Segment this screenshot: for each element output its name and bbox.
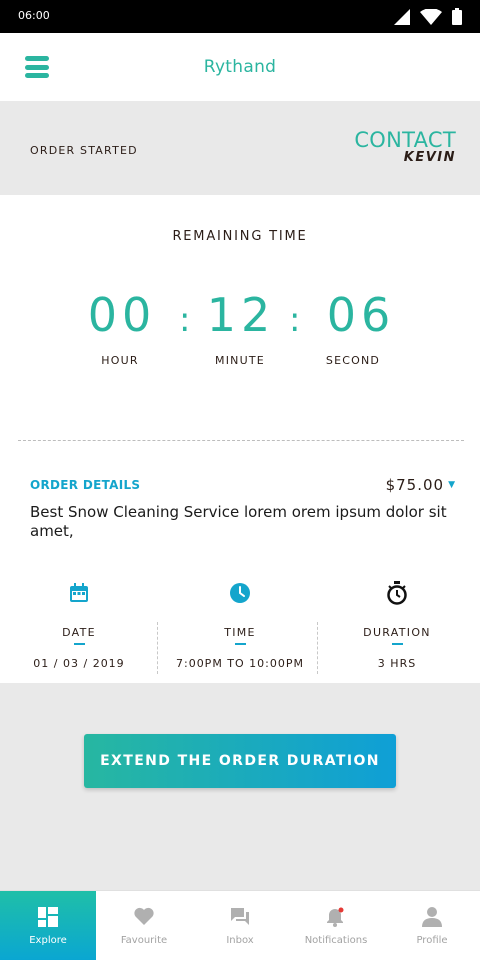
time-info: TIME 7:00PM TO 10:00PM — [161, 580, 319, 670]
divider — [18, 440, 464, 441]
order-state: ORDER STARTED — [30, 144, 138, 157]
time-value: 7:00PM TO 10:00PM — [175, 657, 305, 670]
price-value: $75.00 — [385, 476, 445, 494]
calendar-icon — [70, 583, 88, 602]
duration-info: DURATION 3 HRS — [318, 580, 476, 670]
date-accent — [73, 643, 85, 645]
nav-favourite[interactable]: Favourite — [96, 891, 192, 960]
timer-separator: : — [289, 300, 301, 340]
time-label: TIME — [224, 626, 256, 639]
timer-hour: 00 — [87, 288, 157, 342]
duration-label: DURATION — [363, 626, 431, 639]
battery-icon — [452, 8, 462, 25]
info-separator — [157, 622, 158, 674]
heart-icon — [134, 907, 154, 925]
date-label: DATE — [62, 626, 96, 639]
nav-label: Explore — [29, 935, 67, 946]
contact-button[interactable]: CONTACT KEVIN — [354, 128, 456, 165]
nav-explore[interactable]: Explore — [0, 891, 96, 960]
timer-second-label: SECOND — [325, 354, 381, 367]
signal-icon — [394, 8, 410, 25]
nav-inbox[interactable]: Inbox — [192, 891, 288, 960]
timer-minute: 12 — [206, 288, 276, 342]
duration-accent — [391, 643, 403, 645]
nav-notifications[interactable]: Notifications — [288, 891, 384, 960]
timer-second: 06 — [326, 288, 396, 342]
order-description: Best Snow Cleaning Service lorem orem ip… — [30, 503, 447, 540]
person-icon — [422, 907, 442, 927]
app-title: Rythand — [203, 57, 277, 77]
status-time: 06:00 — [18, 9, 50, 22]
order-status-band: ORDER STARTED CONTACT KEVIN — [0, 101, 480, 195]
app-bar: Rythand — [0, 33, 480, 101]
countdown-timer: 00 : 12 : 06 HOUR MINUTE SECOND — [0, 288, 480, 367]
grid-icon — [38, 907, 58, 927]
order-details-title: ORDER DETAILS — [30, 478, 141, 492]
order-info-row: DATE 01 / 03 / 2019 TIME 7:00PM TO 10:00… — [0, 580, 480, 680]
timer-hour-label: HOUR — [101, 354, 139, 367]
clock-icon — [230, 583, 250, 603]
nav-profile[interactable]: Profile — [384, 891, 480, 960]
contact-name: KEVIN — [403, 150, 456, 165]
time-accent — [234, 643, 246, 645]
date-value: 01 / 03 / 2019 — [33, 657, 125, 670]
remaining-time-title: REMAINING TIME — [172, 229, 308, 244]
duration-value: 3 HRS — [377, 657, 417, 670]
nav-label: Favourite — [120, 935, 168, 946]
nav-label: Profile — [416, 935, 448, 946]
timer-minute-label: MINUTE — [215, 354, 265, 367]
extend-order-button[interactable]: EXTEND THE ORDER DURATION — [84, 734, 396, 788]
nav-label: Inbox — [226, 935, 254, 946]
status-bar: 06:00 — [0, 0, 480, 33]
chevron-down-icon: ▼ — [448, 480, 456, 490]
status-icons — [394, 8, 462, 25]
date-info: DATE 01 / 03 / 2019 — [0, 580, 158, 670]
bell-icon — [327, 907, 344, 927]
stopwatch-icon — [387, 581, 407, 605]
chat-icon — [231, 908, 249, 925]
price-dropdown[interactable]: $75.00 ▼ — [386, 476, 456, 494]
nav-label: Notifications — [304, 935, 368, 946]
contact-label: CONTACT — [354, 128, 456, 152]
bottom-nav: Explore Favourite Inbox Notifications Pr… — [0, 890, 480, 960]
wifi-icon — [420, 8, 442, 25]
